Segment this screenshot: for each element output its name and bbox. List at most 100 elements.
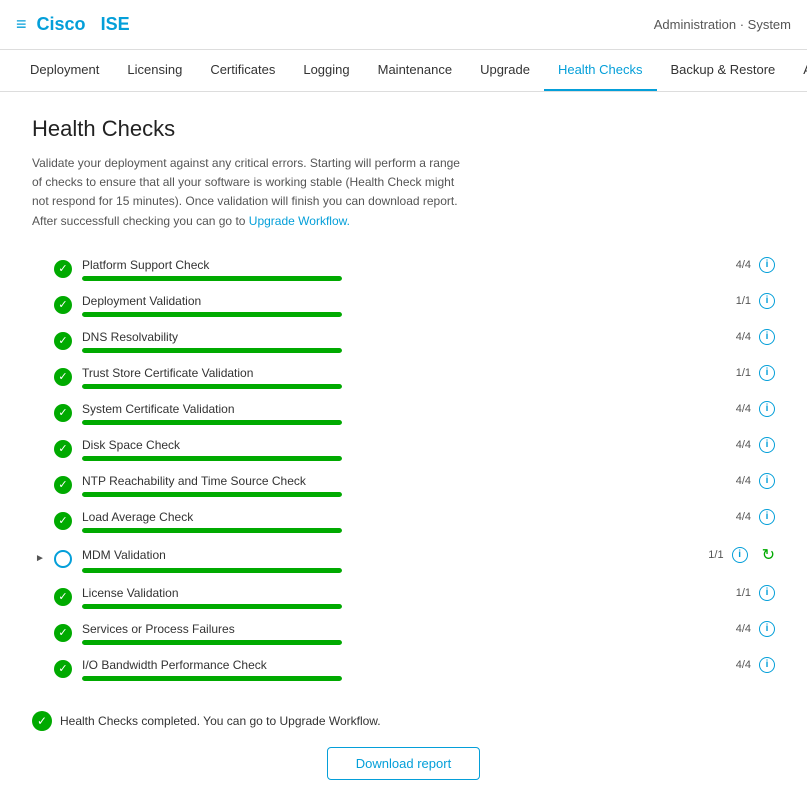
logo: Cisco ISE: [37, 14, 130, 35]
check-header: Deployment Validation 1/1 i: [82, 293, 775, 309]
progress-bar-fill: [82, 604, 342, 609]
hamburger-icon[interactable]: ≡: [16, 14, 27, 35]
info-icon[interactable]: i: [759, 585, 775, 601]
nav-item-deployment[interactable]: Deployment: [16, 50, 113, 91]
download-section: Download report: [32, 747, 775, 780]
nav: DeploymentLicensingCertificatesLoggingMa…: [0, 50, 807, 92]
check-label: Platform Support Check: [82, 258, 209, 272]
check-status-icon: ✓: [54, 368, 72, 386]
check-content: Trust Store Certificate Validation 1/1 i: [82, 365, 775, 389]
progress-bar-fill: [82, 676, 342, 681]
check-count: 1/1: [736, 295, 751, 307]
check-row: ✓ Trust Store Certificate Validation 1/1…: [32, 359, 775, 395]
info-icon[interactable]: i: [759, 329, 775, 345]
check-content: Services or Process Failures 4/4 i: [82, 621, 775, 645]
check-content: Load Average Check 4/4 i: [82, 509, 775, 533]
check-content: System Certificate Validation 4/4 i: [82, 401, 775, 425]
nav-item-maintenance[interactable]: Maintenance: [364, 50, 466, 91]
check-content: Platform Support Check 4/4 i: [82, 257, 775, 281]
check-status-icon: ✓: [54, 332, 72, 350]
check-label: Disk Space Check: [82, 438, 180, 452]
check-label: NTP Reachability and Time Source Check: [82, 474, 306, 488]
main-content: Health Checks Validate your deployment a…: [0, 92, 807, 804]
nav-item-licensing[interactable]: Licensing: [113, 50, 196, 91]
progress-bar: [82, 528, 342, 533]
progress-bar-fill: [82, 348, 342, 353]
logo-cisco: Cisco: [37, 14, 86, 34]
check-count: 4/4: [736, 475, 751, 487]
info-icon[interactable]: i: [759, 365, 775, 381]
check-label: License Validation: [82, 586, 179, 600]
info-icon[interactable]: i: [759, 657, 775, 673]
check-status-icon: ✓: [54, 476, 72, 494]
page-title: Health Checks: [32, 116, 775, 142]
check-count: 1/1: [736, 587, 751, 599]
info-icon[interactable]: i: [759, 509, 775, 525]
check-row: ✓ License Validation 1/1 i: [32, 579, 775, 615]
expand-arrow[interactable]: ►: [32, 551, 48, 567]
upgrade-link[interactable]: Upgrade Workflow.: [249, 214, 350, 228]
nav-item-upgrade[interactable]: Upgrade: [466, 50, 544, 91]
progress-bar: [82, 492, 342, 497]
info-icon[interactable]: i: [759, 401, 775, 417]
check-status-icon: ✓: [54, 660, 72, 678]
checks-list: ✓ Platform Support Check 4/4 i ✓ Deploym…: [32, 251, 775, 687]
check-content: MDM Validation 1/1 i ↻: [82, 545, 775, 573]
progress-bar: [82, 456, 342, 461]
check-count: 4/4: [736, 259, 751, 271]
refresh-icon[interactable]: ↻: [762, 545, 775, 565]
info-icon[interactable]: i: [759, 257, 775, 273]
check-header: Services or Process Failures 4/4 i: [82, 621, 775, 637]
nav-item-logging[interactable]: Logging: [289, 50, 363, 91]
check-header: License Validation 1/1 i: [82, 585, 775, 601]
check-content: DNS Resolvability 4/4 i: [82, 329, 775, 353]
check-content: License Validation 1/1 i: [82, 585, 775, 609]
check-count: 4/4: [736, 511, 751, 523]
header: ≡ Cisco ISE Administration · System: [0, 0, 807, 50]
progress-bar: [82, 604, 342, 609]
nav-item-health-checks[interactable]: Health Checks: [544, 50, 657, 91]
download-report-button[interactable]: Download report: [327, 747, 480, 780]
description-text: Validate your deployment against any cri…: [32, 156, 460, 228]
check-row: ✓ System Certificate Validation 4/4 i: [32, 395, 775, 431]
progress-bar-fill: [82, 312, 342, 317]
info-icon[interactable]: i: [759, 437, 775, 453]
check-count: 4/4: [736, 439, 751, 451]
description: Validate your deployment against any cri…: [32, 154, 462, 231]
check-row: ► MDM Validation 1/1 i ↻: [32, 539, 775, 579]
progress-bar-fill: [82, 420, 342, 425]
check-row: ✓ Disk Space Check 4/4 i: [32, 431, 775, 467]
progress-bar: [82, 276, 342, 281]
check-status-icon: ✓: [54, 588, 72, 606]
check-label: Trust Store Certificate Validation: [82, 366, 253, 380]
check-label: I/O Bandwidth Performance Check: [82, 658, 267, 672]
check-header: NTP Reachability and Time Source Check 4…: [82, 473, 775, 489]
info-icon[interactable]: i: [759, 621, 775, 637]
nav-item-certificates[interactable]: Certificates: [196, 50, 289, 91]
progress-bar-fill: [82, 492, 342, 497]
nav-item-backup--restore[interactable]: Backup & Restore: [657, 50, 790, 91]
check-count: 1/1: [736, 367, 751, 379]
progress-bar: [82, 420, 342, 425]
progress-bar: [82, 640, 342, 645]
check-row: ✓ DNS Resolvability 4/4 i: [32, 323, 775, 359]
check-count: 4/4: [736, 331, 751, 343]
header-breadcrumb: Administration · System: [654, 17, 791, 32]
check-header: Disk Space Check 4/4 i: [82, 437, 775, 453]
info-icon[interactable]: i: [732, 547, 748, 563]
check-status-icon: ✓: [54, 440, 72, 458]
info-icon[interactable]: i: [759, 293, 775, 309]
check-row: ✓ Deployment Validation 1/1 i: [32, 287, 775, 323]
check-header: DNS Resolvability 4/4 i: [82, 329, 775, 345]
check-status-icon: ✓: [54, 260, 72, 278]
check-label: Services or Process Failures: [82, 622, 235, 636]
nav-item-admin-access[interactable]: Admin Access: [789, 50, 807, 91]
progress-bar-fill: [82, 568, 342, 573]
progress-bar-fill: [82, 384, 342, 389]
check-count: 1/1: [708, 549, 723, 561]
logo-ise: ISE: [101, 14, 130, 34]
info-icon[interactable]: i: [759, 473, 775, 489]
check-content: I/O Bandwidth Performance Check 4/4 i: [82, 657, 775, 681]
check-content: Deployment Validation 1/1 i: [82, 293, 775, 317]
progress-bar-fill: [82, 528, 342, 533]
